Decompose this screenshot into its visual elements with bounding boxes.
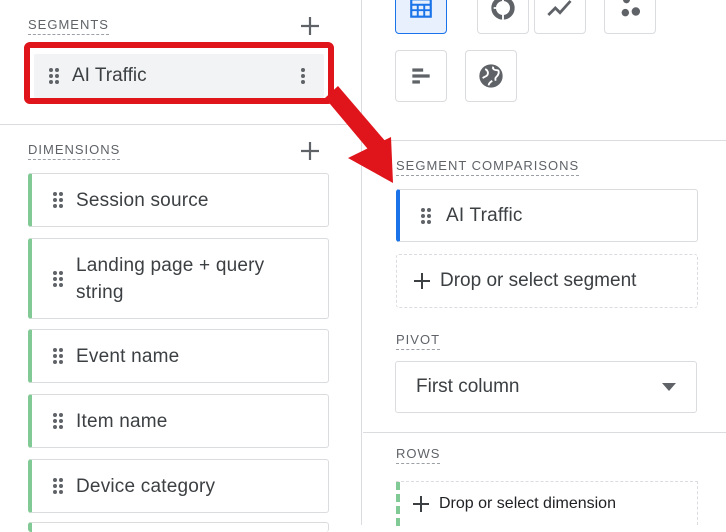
pivot-title: PIVOT xyxy=(396,332,441,350)
divider xyxy=(363,432,726,433)
segments-title: SEGMENTS xyxy=(28,17,109,35)
bar-chart-icon xyxy=(412,68,430,84)
dimension-accent xyxy=(396,482,400,526)
segment-chip-label: AI Traffic xyxy=(72,65,147,86)
segment-chip-ai-traffic[interactable]: AI Traffic xyxy=(34,54,324,98)
drag-handle-icon[interactable] xyxy=(52,270,64,288)
dimension-label: Session source xyxy=(76,189,209,211)
pivot-select[interactable]: First column xyxy=(395,361,697,413)
drag-handle-icon[interactable] xyxy=(420,207,432,225)
drag-handle-icon[interactable] xyxy=(52,477,64,495)
variables-panel: SEGMENTS AI Traffic DIMENSIONS Session s… xyxy=(0,0,362,532)
add-segment-button[interactable] xyxy=(298,14,322,38)
viz-geo-button[interactable] xyxy=(465,50,517,102)
scatter-chart-icon xyxy=(621,0,641,17)
pivot-value: First column xyxy=(416,376,520,397)
viz-bar-button[interactable] xyxy=(395,50,447,102)
dimension-label: Landing page + query string xyxy=(76,254,265,303)
viz-line-button[interactable] xyxy=(534,0,586,34)
dimension-item[interactable]: Device category xyxy=(28,459,329,513)
drag-handle-icon[interactable] xyxy=(48,67,60,85)
dimension-label: Item name xyxy=(76,410,168,432)
add-dimension-button[interactable] xyxy=(298,139,322,163)
divider xyxy=(363,140,726,141)
drag-handle-icon[interactable] xyxy=(52,347,64,365)
drop-dimension-label: Drop or select dimension xyxy=(439,494,616,512)
dimension-item[interactable]: Landing page + query string xyxy=(28,238,329,319)
segment-comparison-item[interactable]: AI Traffic xyxy=(396,189,698,242)
drop-segment-zone[interactable]: Drop or select segment xyxy=(396,254,698,308)
dimension-item[interactable]: Item name xyxy=(28,394,329,448)
viz-table-button[interactable] xyxy=(395,0,447,34)
drag-handle-icon[interactable] xyxy=(52,412,64,430)
viz-scatter-button[interactable] xyxy=(604,0,656,34)
dimension-item-partial xyxy=(28,522,329,532)
divider xyxy=(0,124,361,125)
plus-icon xyxy=(301,17,319,35)
dimension-item[interactable]: Session source xyxy=(28,173,329,227)
segment-comparisons-title: SEGMENT COMPARISONS xyxy=(396,158,580,176)
table-icon xyxy=(410,0,432,18)
drop-dimension-zone[interactable]: Drop or select dimension xyxy=(396,481,698,526)
drop-segment-label: Drop or select segment xyxy=(440,270,637,291)
globe-icon xyxy=(479,64,503,88)
donut-chart-icon xyxy=(491,0,515,20)
tab-settings-panel: SEGMENT COMPARISONS AI Traffic Drop or s… xyxy=(363,0,726,526)
viz-donut-button[interactable] xyxy=(477,0,529,34)
dimension-label: Event name xyxy=(76,345,180,367)
dimension-label: Device category xyxy=(76,475,216,497)
drag-handle-icon[interactable] xyxy=(52,191,64,209)
rows-title: ROWS xyxy=(396,446,441,464)
dropdown-arrow-icon xyxy=(662,383,676,391)
more-vert-icon[interactable] xyxy=(300,67,306,85)
plus-icon xyxy=(413,495,429,512)
plus-icon xyxy=(301,142,319,160)
line-chart-icon xyxy=(547,0,572,16)
dimensions-title: DIMENSIONS xyxy=(28,142,121,160)
segment-comparison-label: AI Traffic xyxy=(446,205,523,226)
plus-icon xyxy=(414,273,430,289)
dimension-item[interactable]: Event name xyxy=(28,329,329,383)
